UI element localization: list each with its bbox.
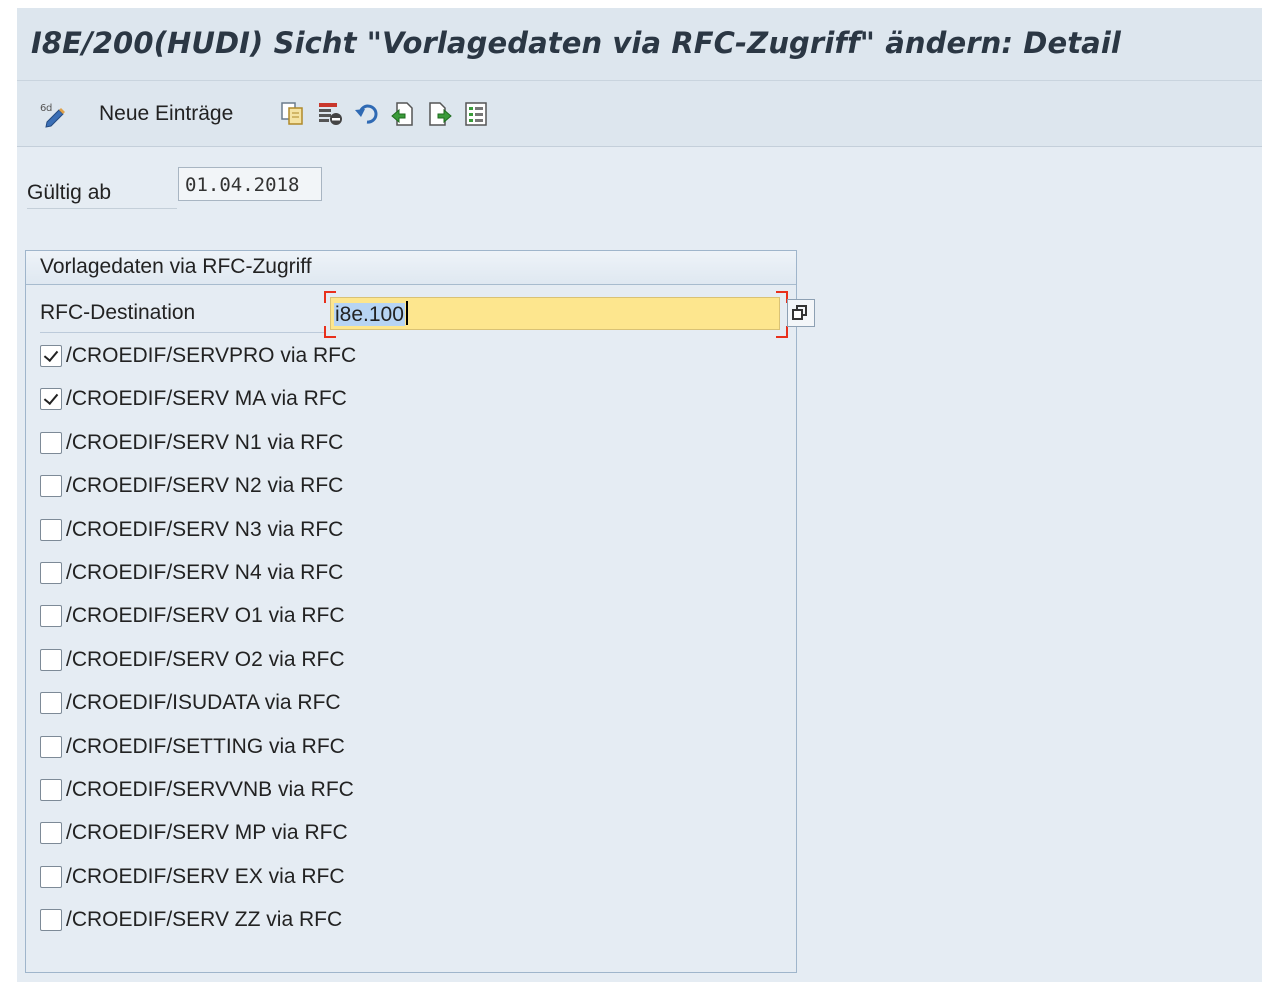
- checkbox-label: /CROEDIF/SERV ZZ via RFC: [66, 908, 343, 932]
- checkbox-row[interactable]: /CROEDIF/ISUDATA via RFC: [40, 688, 341, 718]
- focus-corner-top-left: [324, 291, 336, 303]
- checkbox-row[interactable]: /CROEDIF/SETTING via RFC: [40, 732, 345, 762]
- checkbox-row[interactable]: /CROEDIF/SERV O1 via RFC: [40, 601, 345, 631]
- checkbox-row[interactable]: /CROEDIF/SERV N3 via RFC: [40, 515, 343, 545]
- checkbox[interactable]: [40, 388, 62, 411]
- checkbox-label: /CROEDIF/SERV N1 via RFC: [66, 430, 344, 454]
- sap-window: I8E/200(HUDI) Sicht "Vorlagedaten via RF…: [17, 8, 1262, 982]
- checkbox[interactable]: [40, 518, 62, 541]
- checkbox[interactable]: [40, 562, 62, 584]
- main-content: Gültig ab 01.04.2018 Vorlagedaten via RF…: [17, 147, 1262, 982]
- checkbox[interactable]: [40, 692, 62, 715]
- group-header: Vorlagedaten via RFC-Zugriff: [26, 251, 796, 285]
- checkbox-label: /CROEDIF/SERV O2 via RFC: [66, 647, 345, 671]
- checkbox[interactable]: [40, 909, 62, 932]
- checkbox-label: /CROEDIF/SERV O1 via RFC: [66, 604, 345, 628]
- valid-from-field: 01.04.2018: [178, 167, 322, 201]
- checkbox[interactable]: [40, 475, 62, 498]
- page-title: I8E/200(HUDI) Sicht "Vorlagedaten via RF…: [31, 26, 1121, 60]
- checkbox-label: /CROEDIF/SERV N2 via RFC: [66, 474, 344, 498]
- previous-entry-button[interactable]: [389, 99, 417, 129]
- checkbox[interactable]: [40, 822, 62, 845]
- checkbox-label: /CROEDIF/ISUDATA via RFC: [66, 691, 341, 715]
- copy-as-button[interactable]: [279, 99, 307, 129]
- checkbox[interactable]: [40, 779, 62, 801]
- checkbox-row[interactable]: /CROEDIF/SERVVNB via RFC: [40, 775, 354, 805]
- select-all-icon: [463, 100, 491, 128]
- rfc-destination-label: RFC-Destination: [40, 294, 325, 333]
- checkbox[interactable]: [40, 605, 62, 628]
- text-cursor: [405, 301, 408, 325]
- undo-change-button[interactable]: [353, 99, 381, 129]
- checkbox[interactable]: [40, 648, 62, 671]
- neue-eintraege-button[interactable]: Neue Einträge: [99, 99, 233, 129]
- title-bar: I8E/200(HUDI) Sicht "Vorlagedaten via RF…: [17, 8, 1262, 81]
- previous-entry-icon: [389, 100, 417, 128]
- valid-from-label: Gültig ab: [27, 178, 177, 209]
- checkbox-label: /CROEDIF/SERVPRO via RFC: [66, 344, 357, 367]
- checkbox-label: /CROEDIF/SERV MA via RFC: [66, 387, 347, 411]
- svg-text:d: d: [46, 103, 52, 114]
- checkbox-label: /CROEDIF/SETTING via RFC: [66, 734, 345, 758]
- checkbox-row[interactable]: /CROEDIF/SERVPRO via RFC: [40, 341, 356, 371]
- checkbox[interactable]: [40, 431, 62, 454]
- checkbox[interactable]: [40, 345, 62, 367]
- checkbox-row[interactable]: /CROEDIF/SERV MA via RFC: [40, 384, 347, 414]
- checkbox-row[interactable]: /CROEDIF/SERV O2 via RFC: [40, 645, 345, 675]
- focus-corner-bottom-right: [776, 326, 788, 338]
- delete-button[interactable]: [316, 99, 344, 129]
- undo-change-icon: [353, 100, 381, 128]
- next-entry-button[interactable]: [426, 99, 454, 129]
- select-all-button[interactable]: [463, 99, 491, 129]
- checkbox-label: /CROEDIF/SERV N4 via RFC: [66, 561, 344, 584]
- neue-eintraege-label: Neue Einträge: [99, 102, 234, 125]
- rfc-access-group: Vorlagedaten via RFC-Zugriff RFC-Destina…: [25, 250, 815, 973]
- checkbox-row[interactable]: /CROEDIF/SERV N2 via RFC: [40, 471, 343, 501]
- checkbox-label: /CROEDIF/SERV MP via RFC: [66, 821, 348, 845]
- rfc-destination-input[interactable]: i8e.100: [330, 297, 780, 330]
- checkbox[interactable]: [40, 865, 62, 888]
- value-help-button[interactable]: [787, 299, 815, 327]
- checkbox-label: /CROEDIF/SERV EX via RFC: [66, 864, 345, 888]
- rfc-destination-value: i8e.100: [334, 303, 405, 326]
- checkbox-row[interactable]: /CROEDIF/SERV EX via RFC: [40, 862, 345, 892]
- checkbox-row[interactable]: /CROEDIF/SERV N1 via RFC: [40, 428, 343, 458]
- checkbox-label: /CROEDIF/SERV N3 via RFC: [66, 517, 344, 541]
- copy-as-icon: [279, 100, 307, 128]
- display-change-icon: 6 d: [39, 100, 67, 128]
- checkbox-label: /CROEDIF/SERVVNB via RFC: [66, 778, 354, 801]
- delete-icon: [316, 100, 344, 128]
- checkbox-row[interactable]: /CROEDIF/SERV N4 via RFC: [40, 558, 343, 588]
- checkbox-row[interactable]: /CROEDIF/SERV ZZ via RFC: [40, 905, 342, 935]
- focus-corner-bottom-left: [324, 326, 336, 338]
- group-title: Vorlagedaten via RFC-Zugriff: [40, 255, 312, 278]
- application-toolbar: 6 d Neue Einträge: [17, 81, 1262, 147]
- display-change-button[interactable]: 6 d: [39, 99, 67, 129]
- next-entry-icon: [426, 100, 454, 128]
- checkbox[interactable]: [40, 735, 62, 758]
- checkbox-row[interactable]: /CROEDIF/SERV MP via RFC: [40, 818, 348, 848]
